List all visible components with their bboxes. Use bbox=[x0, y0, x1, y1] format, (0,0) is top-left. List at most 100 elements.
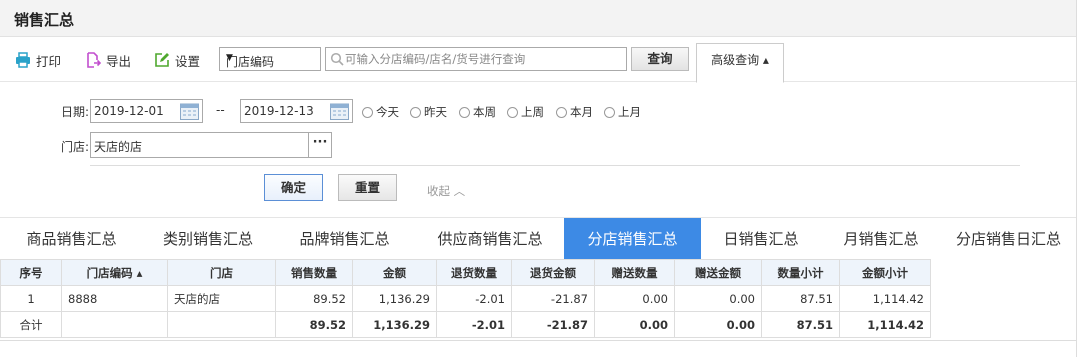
print-label: 打印 bbox=[36, 53, 62, 69]
total-label: 合计 bbox=[0, 311, 62, 338]
radio-circle bbox=[362, 106, 373, 118]
confirm-button[interactable]: 确定 bbox=[264, 174, 323, 201]
date-from-value: 2019-12-01 bbox=[94, 104, 164, 118]
search-icon bbox=[330, 52, 344, 66]
dropdown-arrow-icon: ▼ bbox=[226, 53, 233, 63]
table-cell: 87.51 bbox=[761, 311, 840, 338]
column-header[interactable]: 序号 bbox=[0, 259, 62, 286]
column-header[interactable]: 赠送数量 bbox=[594, 259, 675, 286]
date-to-field[interactable]: 2019-12-13 bbox=[240, 99, 353, 123]
radio-circle bbox=[507, 106, 518, 118]
tab-brand-sales[interactable]: 品牌销售汇总 bbox=[273, 218, 416, 260]
column-header[interactable]: 销售数量 bbox=[275, 259, 353, 286]
table-cell: -2.01 bbox=[436, 285, 512, 312]
settings-label: 设置 bbox=[175, 53, 201, 69]
export-button[interactable]: 导出 bbox=[85, 50, 131, 70]
column-header-sorted[interactable]: 门店编码 ▴ bbox=[61, 259, 168, 286]
search-input[interactable] bbox=[345, 50, 623, 68]
table-cell: 1 bbox=[0, 285, 62, 312]
sales-summary-table: 序号 门店编码 ▴ 门店 销售数量 金额 退货数量 退货金额 赠送数量 赠送金额… bbox=[0, 259, 931, 338]
table-cell: 1,114.42 bbox=[839, 285, 931, 312]
tab-product-sales[interactable]: 商品销售汇总 bbox=[0, 218, 143, 260]
tab-daily-sales[interactable]: 日销售汇总 bbox=[701, 218, 821, 260]
report-tabs: 商品销售汇总 类别销售汇总 品牌销售汇总 供应商销售汇总 分店销售汇总 日销售汇… bbox=[0, 217, 1076, 260]
column-header[interactable]: 门店 bbox=[167, 259, 276, 286]
tab-store-daily-sales[interactable]: 分店销售日汇总 bbox=[941, 218, 1076, 260]
radio-this-week[interactable]: 本周 bbox=[459, 104, 496, 120]
radio-circle bbox=[604, 106, 615, 118]
radio-circle bbox=[410, 106, 421, 118]
radio-last-week[interactable]: 上周 bbox=[507, 104, 544, 120]
tab-monthly-sales[interactable]: 月销售汇总 bbox=[821, 218, 941, 260]
search-box bbox=[325, 47, 627, 71]
edit-icon bbox=[155, 53, 169, 67]
table-cell: 87.51 bbox=[761, 285, 840, 312]
toolbar: 打印 导出 设置 门店编码 ▼ 查询 高级查询 ▴ bbox=[0, 37, 1076, 83]
export-label: 导出 bbox=[106, 53, 132, 69]
column-header[interactable]: 金额 bbox=[352, 259, 437, 286]
radio-circle bbox=[459, 106, 470, 118]
table-cell: 8888 bbox=[61, 285, 168, 312]
table-row[interactable]: 1 8888 天店的店 89.52 1,136.29 -2.01 -21.87 … bbox=[0, 285, 931, 312]
column-header[interactable]: 退货金额 bbox=[511, 259, 595, 286]
table-cell: 0.00 bbox=[674, 285, 762, 312]
divider bbox=[90, 165, 1020, 166]
radio-last-month[interactable]: 上月 bbox=[604, 104, 641, 120]
date-to-value: 2019-12-13 bbox=[244, 104, 314, 118]
tab-category-sales[interactable]: 类别销售汇总 bbox=[143, 218, 273, 260]
table-cell: 0.00 bbox=[674, 311, 762, 338]
table-cell: -21.87 bbox=[511, 311, 595, 338]
radio-label: 上周 bbox=[521, 105, 544, 119]
store-field[interactable]: 天店的店 bbox=[90, 132, 309, 158]
tab-store-sales[interactable]: 分店销售汇总 bbox=[564, 218, 701, 260]
right-border bbox=[1076, 0, 1077, 357]
query-button[interactable]: 查询 bbox=[631, 47, 689, 71]
calendar-icon[interactable] bbox=[180, 102, 199, 120]
date-label: 日期: bbox=[61, 105, 90, 119]
radio-circle bbox=[556, 106, 567, 118]
table-cell: 0.00 bbox=[594, 311, 675, 338]
table-cell: 89.52 bbox=[275, 311, 353, 338]
date-separator: -- bbox=[216, 103, 225, 117]
settings-button[interactable]: 设置 bbox=[154, 50, 200, 70]
table-total-row: 合计 89.52 1,136.29 -2.01 -21.87 0.00 0.00… bbox=[0, 311, 931, 338]
radio-label: 本周 bbox=[473, 105, 496, 119]
field-select[interactable]: 门店编码 ▼ bbox=[219, 47, 321, 71]
export-icon bbox=[87, 52, 101, 68]
column-header[interactable]: 赠送金额 bbox=[674, 259, 762, 286]
reset-button[interactable]: 重置 bbox=[338, 174, 397, 201]
table-cell: 89.52 bbox=[275, 285, 353, 312]
radio-today[interactable]: 今天 bbox=[362, 104, 399, 120]
store-picker-button[interactable]: ··· bbox=[309, 132, 332, 158]
collapse-link[interactable]: 收起 ︿ bbox=[427, 183, 465, 199]
calendar-icon[interactable] bbox=[330, 102, 349, 120]
table-cell: -2.01 bbox=[436, 311, 512, 338]
column-header[interactable]: 金额小计 bbox=[839, 259, 931, 286]
radio-label: 昨天 bbox=[424, 105, 447, 119]
store-value: 天店的店 bbox=[94, 140, 143, 154]
table-cell: 1,114.42 bbox=[839, 311, 931, 338]
table-cell: -21.87 bbox=[511, 285, 595, 312]
column-header[interactable]: 退货数量 bbox=[436, 259, 512, 286]
grid-bottom-border bbox=[0, 340, 1076, 341]
page-title: 销售汇总 bbox=[14, 11, 75, 29]
table-cell bbox=[167, 311, 276, 338]
table-cell: 1,136.29 bbox=[352, 311, 437, 338]
table-cell: 0.00 bbox=[594, 285, 675, 312]
date-from-field[interactable]: 2019-12-01 bbox=[90, 99, 203, 123]
tab-supplier-sales[interactable]: 供应商销售汇总 bbox=[416, 218, 564, 260]
table-header-row: 序号 门店编码 ▴ 门店 销售数量 金额 退货数量 退货金额 赠送数量 赠送金额… bbox=[0, 259, 931, 286]
table-cell: 天店的店 bbox=[167, 285, 276, 312]
advanced-query-tab[interactable]: 高级查询 ▴ bbox=[696, 43, 784, 83]
column-header[interactable]: 数量小计 bbox=[761, 259, 840, 286]
title-bar: 销售汇总 bbox=[0, 0, 1076, 37]
radio-yesterday[interactable]: 昨天 bbox=[410, 104, 447, 120]
printer-icon bbox=[16, 52, 30, 68]
radio-label: 本月 bbox=[570, 105, 593, 119]
store-label: 门店: bbox=[61, 140, 90, 154]
radio-label: 上月 bbox=[618, 105, 641, 119]
table-cell: 1,136.29 bbox=[352, 285, 437, 312]
print-button[interactable]: 打印 bbox=[15, 50, 61, 70]
table-cell bbox=[61, 311, 168, 338]
radio-this-month[interactable]: 本月 bbox=[556, 104, 593, 120]
